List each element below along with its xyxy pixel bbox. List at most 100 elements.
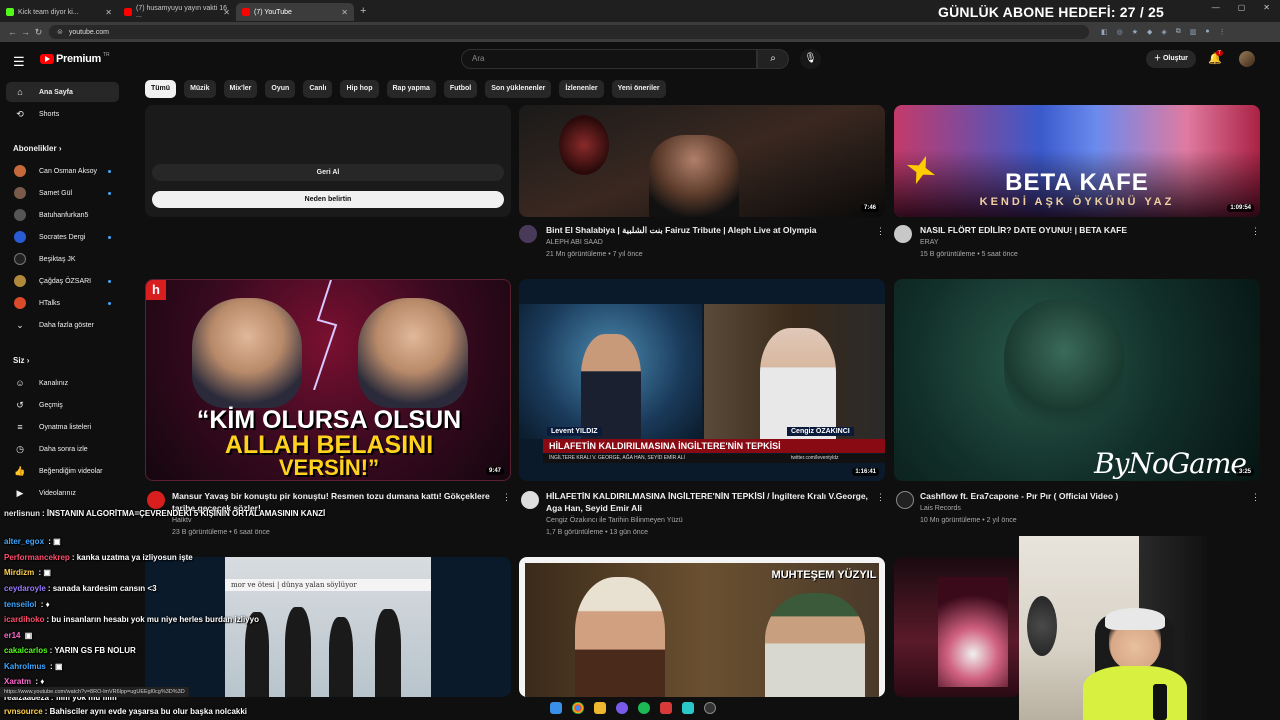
sidebar-sub-item[interactable]: Can Osman Aksoy bbox=[6, 161, 119, 181]
undo-button[interactable]: Geri Al bbox=[152, 164, 504, 181]
channel-name[interactable]: Lais Records bbox=[920, 505, 961, 512]
close-tab-icon[interactable]: ✕ bbox=[223, 8, 230, 17]
channel-avatar bbox=[14, 297, 26, 309]
app-icon[interactable] bbox=[682, 702, 694, 714]
history-icon: ↺ bbox=[16, 399, 24, 410]
video-thumbnail[interactable]: BETA KAFE KENDİ AŞK ÖYKÜNÜ YAZ 1:09:54 bbox=[894, 105, 1260, 217]
extension-icon[interactable]: ◈ bbox=[1161, 28, 1166, 36]
you-header[interactable]: Siz › bbox=[13, 356, 29, 365]
chip-football[interactable]: Futbol bbox=[443, 80, 478, 98]
start-menu-icon[interactable] bbox=[550, 702, 562, 714]
chip-rap[interactable]: Rap yapma bbox=[386, 80, 436, 98]
forward-icon[interactable]: → bbox=[19, 27, 32, 37]
sidebar-sub-item[interactable]: Socrates Dergi bbox=[6, 227, 119, 247]
channel-name[interactable]: ERAY bbox=[920, 239, 939, 246]
chip-hiphop[interactable]: Hip hop bbox=[340, 80, 379, 98]
close-tab-icon[interactable]: ✕ bbox=[105, 8, 112, 17]
channel-avatar[interactable] bbox=[519, 225, 537, 243]
sidebar-item-history[interactable]: ↺ Geçmiş bbox=[6, 395, 119, 415]
channel-name[interactable]: Cengiz Özakıncı ile Tarihin Bilinmeyen Y… bbox=[546, 517, 683, 524]
video-thumbnail[interactable]: MUHTEŞEM YÜZYIL bbox=[519, 557, 885, 697]
minimize-icon[interactable]: — bbox=[1212, 3, 1220, 12]
extension-icon[interactable]: ◧ bbox=[1101, 28, 1108, 36]
sidebar-item-shorts[interactable]: ⟲ Shorts bbox=[6, 104, 119, 124]
obs-icon[interactable] bbox=[704, 702, 716, 714]
sidebar-item-home[interactable]: ⌂ Ana Sayfa bbox=[6, 82, 119, 102]
account-avatar[interactable] bbox=[1239, 51, 1255, 67]
more-options-icon[interactable]: ⋮ bbox=[876, 226, 885, 237]
chip-music[interactable]: Müzik bbox=[184, 80, 216, 98]
video-title-line2[interactable]: Aga Han, Seyid Emir Ali bbox=[546, 503, 871, 514]
video-thumbnail[interactable]: h “KİM OLURSA OLSUN ALLAH BELASINI VERSİ… bbox=[145, 279, 511, 481]
sidebar-item-playlists[interactable]: ≡ Oynatma listeleri bbox=[6, 417, 119, 437]
sidebar-sub-item[interactable]: Batuhanfurkan5 bbox=[6, 205, 119, 225]
sidebar-item-watch-later[interactable]: ◷ Daha sonra izle bbox=[6, 439, 119, 459]
video-title[interactable]: Cashflow ft. Era7capone - Pır Pır ( Offi… bbox=[920, 491, 1245, 502]
spotify-icon[interactable] bbox=[638, 702, 650, 714]
site-info-icon[interactable]: ⊜ bbox=[57, 28, 63, 36]
create-button[interactable]: ＋ Oluştur bbox=[1146, 50, 1196, 68]
browser-tab-youtube[interactable]: (7) YouTube ✕ bbox=[236, 3, 354, 21]
profile-icon[interactable]: ● bbox=[1205, 28, 1209, 36]
file-explorer-icon[interactable] bbox=[594, 702, 606, 714]
video-thumbnail[interactable] bbox=[894, 557, 1020, 697]
search-input[interactable]: Ara bbox=[461, 49, 757, 69]
sidebar-sub-item[interactable]: Çağdaş ÖZSARI bbox=[6, 271, 119, 291]
video-title[interactable]: Bint El Shalabiya | بنت الشلبية Fairuz T… bbox=[546, 225, 871, 236]
chip-live[interactable]: Canlı bbox=[303, 80, 333, 98]
sidebar-show-more[interactable]: ⌄ Daha fazla göster bbox=[6, 315, 119, 335]
video-thumbnail[interactable]: ByNoGame 3:25 bbox=[894, 279, 1260, 481]
channel-name[interactable]: ALEPH ABI SAAD bbox=[546, 239, 603, 246]
sidepanel-icon[interactable]: ▥ bbox=[1190, 28, 1197, 36]
app-icon[interactable] bbox=[616, 702, 628, 714]
reload-icon[interactable]: ↻ bbox=[32, 27, 45, 38]
sidebar-sub-item[interactable]: Beşiktaş JK bbox=[6, 249, 119, 269]
sidebar-item-your-channel[interactable]: ☺ Kanalınız bbox=[6, 373, 119, 393]
sidebar-item-liked[interactable]: 👍 Beğendiğim videolar bbox=[6, 461, 119, 481]
chip-watched[interactable]: İzlenenler bbox=[559, 80, 604, 98]
thumbnail-line: VERSİN!” bbox=[278, 455, 380, 480]
hamburger-menu-icon[interactable]: ☰ bbox=[13, 54, 25, 70]
chip-all[interactable]: Tümü bbox=[145, 80, 177, 98]
search-button[interactable]: ⌕ bbox=[757, 49, 789, 69]
extensions-puzzle-icon[interactable]: ⧉ bbox=[1176, 28, 1181, 36]
sidebar-item-your-videos[interactable]: ▶ Videolarınız bbox=[6, 483, 119, 503]
subscriptions-header[interactable]: Abonelikler › bbox=[13, 144, 61, 153]
close-tab-icon[interactable]: ✕ bbox=[341, 8, 348, 17]
voice-search-button[interactable]: 🎙 bbox=[800, 49, 821, 69]
sidebar-sub-item[interactable]: HTalks bbox=[6, 293, 119, 313]
chip-recently-uploaded[interactable]: Son yüklenenler bbox=[485, 80, 552, 98]
extension-icon[interactable]: ◆ bbox=[1147, 28, 1152, 36]
channel-avatar[interactable] bbox=[896, 491, 914, 509]
app-icon[interactable] bbox=[660, 702, 672, 714]
more-options-icon[interactable]: ⋮ bbox=[1251, 492, 1260, 503]
video-thumbnail[interactable]: 7:46 bbox=[519, 105, 885, 217]
extension-icon[interactable]: ◎ bbox=[1117, 28, 1123, 36]
youtube-premium-logo[interactable]: Premium TR bbox=[40, 52, 110, 65]
bookmark-star-icon[interactable]: ★ bbox=[1132, 28, 1138, 36]
video-title[interactable]: HİLAFETİN KALDIRILMASINA İNGİLTERE'NİN T… bbox=[546, 491, 871, 502]
more-options-icon[interactable]: ⋮ bbox=[502, 492, 511, 503]
chip-new-to-you[interactable]: Yeni öneriler bbox=[611, 80, 666, 98]
chip-gaming[interactable]: Oyun bbox=[265, 80, 296, 98]
maximize-icon[interactable]: ▢ bbox=[1238, 3, 1246, 12]
more-options-icon[interactable]: ⋮ bbox=[876, 492, 885, 503]
more-options-icon[interactable]: ⋮ bbox=[1251, 226, 1260, 237]
menu-kebab-icon[interactable]: ⋮ bbox=[1219, 28, 1226, 36]
url-input[interactable]: ⊜ youtube.com bbox=[49, 25, 1089, 39]
video-thumbnail[interactable]: Levent YILDIZ Cengiz ÖZAKINCI HİLAFETİN … bbox=[519, 279, 885, 481]
tell-us-why-button[interactable]: Neden belirtin bbox=[152, 191, 504, 208]
video-title[interactable]: Mansur Yavaş bir konuştu pir konuştu! Re… bbox=[172, 491, 497, 502]
channel-avatar[interactable] bbox=[521, 491, 539, 509]
channel-avatar[interactable] bbox=[894, 225, 912, 243]
close-window-icon[interactable]: ✕ bbox=[1263, 3, 1270, 12]
sidebar-sub-item[interactable]: Samet Gül bbox=[6, 183, 119, 203]
chrome-icon[interactable] bbox=[572, 702, 584, 714]
link-status-url: https://www.youtube.com/watch?v=8RO-lmVR… bbox=[0, 687, 189, 697]
video-title[interactable]: NASIL FLÖRT EDİLİR? DATE OYUNU! | BETA K… bbox=[920, 225, 1245, 236]
browser-tab-youtube-stream[interactable]: (7) husamyuyu yayın vakti 16 ... ✕ bbox=[118, 3, 236, 21]
chip-mixes[interactable]: Mix'ler bbox=[223, 80, 258, 98]
browser-tab-kick[interactable]: Kick team diyor ki... ✕ bbox=[0, 3, 118, 21]
back-icon[interactable]: ← bbox=[6, 27, 19, 37]
new-tab-icon[interactable]: + bbox=[360, 5, 366, 17]
